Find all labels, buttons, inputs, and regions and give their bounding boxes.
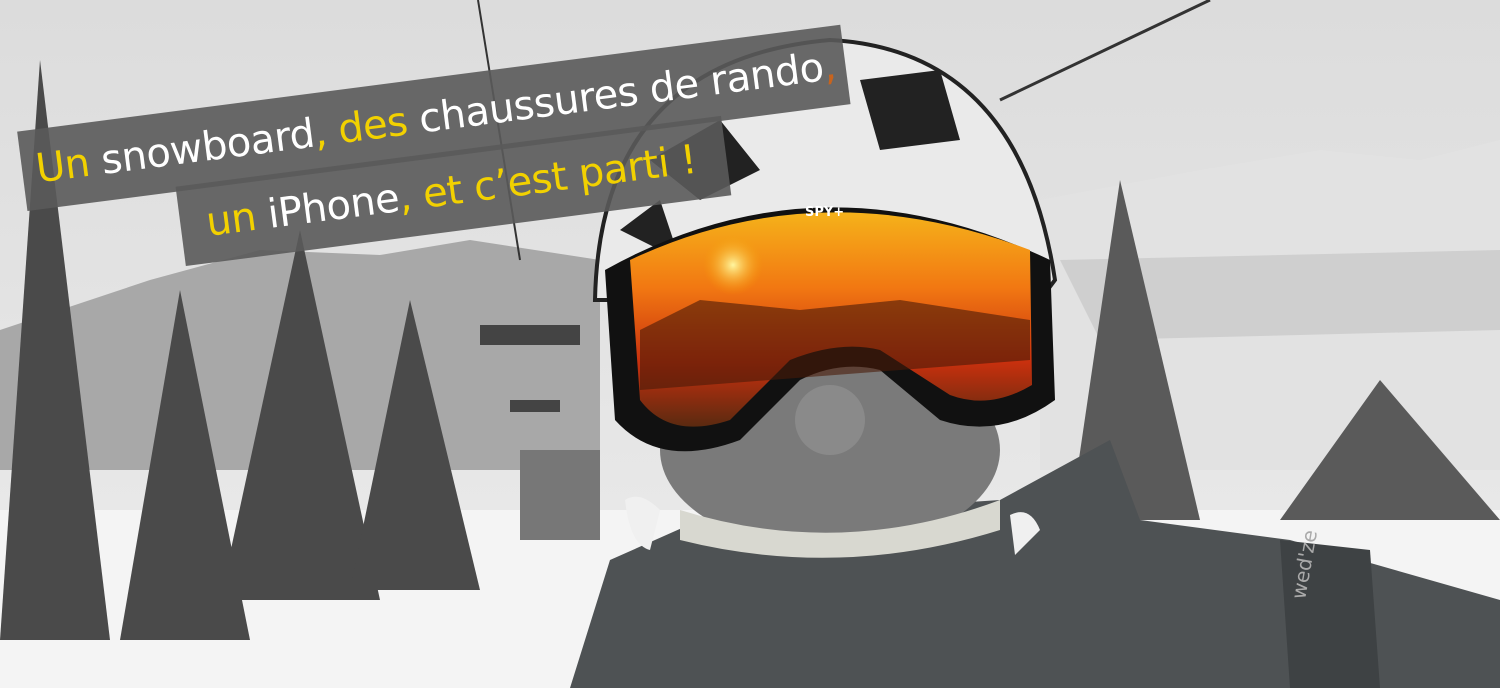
chairlift: [480, 325, 580, 345]
headline-segment: un: [203, 193, 259, 246]
headline-segment: , des: [311, 98, 411, 157]
nose: [795, 385, 865, 455]
headline-segment: iPhone: [252, 175, 402, 240]
sun-reflection: [703, 235, 763, 295]
headline-segment: Un: [33, 139, 93, 193]
goggle-brand-logo: SPY+: [805, 205, 844, 220]
